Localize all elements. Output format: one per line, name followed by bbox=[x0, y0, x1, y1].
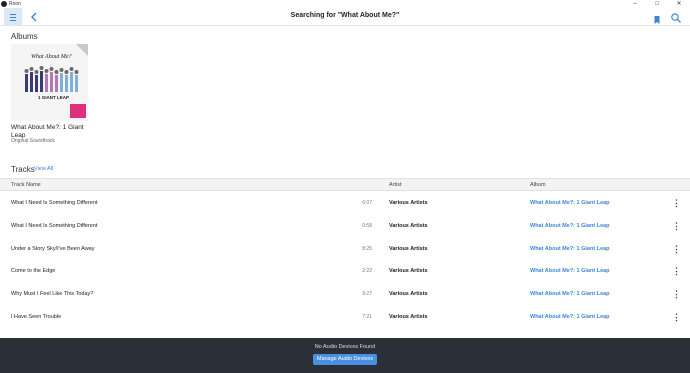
track-artist-link[interactable]: Various Artists bbox=[389, 291, 428, 297]
table-row[interactable]: What I Need Is Something Different 0:58 … bbox=[0, 215, 690, 237]
track-name[interactable]: Come to the Edge bbox=[11, 268, 55, 274]
hamburger-menu-icon[interactable] bbox=[4, 8, 22, 26]
track-duration: 2:22 bbox=[362, 268, 372, 274]
track-duration: 0:58 bbox=[362, 223, 372, 229]
track-name[interactable]: Why Must I Feel Like This Today? bbox=[11, 291, 93, 297]
track-artist-link[interactable]: Various Artists bbox=[389, 314, 428, 320]
track-album-link[interactable]: What About Me?: 1 Giant Leap bbox=[530, 200, 610, 206]
track-duration: 8:25 bbox=[362, 246, 372, 252]
bookmark-icon[interactable] bbox=[652, 12, 662, 24]
tracks-section-title: Tracks bbox=[11, 165, 35, 174]
no-devices-message: No Audio Devices Found bbox=[314, 344, 376, 350]
search-icon[interactable] bbox=[670, 11, 682, 23]
track-album-link[interactable]: What About Me?: 1 Giant Leap bbox=[530, 246, 610, 252]
more-options-icon[interactable]: ⋮ bbox=[672, 288, 681, 300]
album-cover[interactable]: What About Me? 1 GIANT LEAP bbox=[11, 44, 88, 121]
track-name[interactable]: What I Need Is Something Different bbox=[11, 200, 97, 206]
app-logo-icon bbox=[1, 1, 7, 7]
track-duration: 6:07 bbox=[362, 200, 372, 206]
tracks-table-header: Track Name Artist Album bbox=[0, 178, 690, 191]
back-arrow-icon[interactable] bbox=[28, 10, 40, 24]
track-name[interactable]: Under a Story Sky/I've Been Away bbox=[11, 246, 95, 252]
window-title: Roon bbox=[9, 1, 21, 7]
track-duration: 9:27 bbox=[362, 291, 372, 297]
audio-device-bar: No Audio Devices Found Manage Audio Devi… bbox=[0, 338, 690, 373]
track-artist-link[interactable]: Various Artists bbox=[389, 223, 428, 229]
table-row[interactable]: Come to the Edge 2:22 Various Artists Wh… bbox=[0, 260, 690, 282]
table-row[interactable]: Under a Story Sky/I've Been Away 8:25 Va… bbox=[0, 238, 690, 260]
page-title: Searching for "What About Me?" bbox=[290, 12, 400, 19]
album-cover-brand: 1 GIANT LEAP bbox=[38, 95, 70, 100]
minimize-icon[interactable]: – bbox=[624, 0, 646, 8]
top-bar: Searching for "What About Me?" bbox=[0, 8, 690, 26]
albums-section-title: Albums bbox=[11, 32, 38, 41]
more-options-icon[interactable]: ⋮ bbox=[672, 243, 681, 255]
track-name[interactable]: I Have Seen Trouble bbox=[11, 314, 61, 320]
more-options-icon[interactable]: ⋮ bbox=[672, 220, 681, 232]
track-duration: 7:21 bbox=[362, 314, 372, 320]
track-album-link[interactable]: What About Me?: 1 Giant Leap bbox=[530, 223, 610, 229]
track-artist-link[interactable]: Various Artists bbox=[389, 200, 428, 206]
column-header-track-name[interactable]: Track Name bbox=[11, 182, 41, 188]
track-artist-link[interactable]: Various Artists bbox=[389, 268, 428, 274]
album-subtitle: Original Soundtrack bbox=[11, 138, 55, 144]
table-row[interactable]: What I Need Is Something Different 6:07 … bbox=[0, 192, 690, 214]
more-options-icon[interactable]: ⋮ bbox=[672, 197, 681, 209]
column-header-album[interactable]: Album bbox=[530, 182, 546, 188]
window-titlebar: Roon – □ ✕ bbox=[0, 0, 690, 8]
track-artist-link[interactable]: Various Artists bbox=[389, 246, 428, 252]
view-all-link[interactable]: View All bbox=[34, 166, 53, 172]
close-icon[interactable]: ✕ bbox=[668, 0, 690, 8]
table-row[interactable]: Why Must I Feel Like This Today? 9:27 Va… bbox=[0, 283, 690, 305]
manage-audio-devices-button[interactable]: Manage Audio Devices bbox=[313, 354, 377, 365]
track-album-link[interactable]: What About Me?: 1 Giant Leap bbox=[530, 314, 610, 320]
table-row[interactable]: I Have Seen Trouble 7:21 Various Artists… bbox=[0, 306, 690, 328]
track-name[interactable]: What I Need Is Something Different bbox=[11, 223, 97, 229]
column-header-artist[interactable]: Artist bbox=[389, 182, 402, 188]
track-album-link[interactable]: What About Me?: 1 Giant Leap bbox=[530, 268, 610, 274]
more-options-icon[interactable]: ⋮ bbox=[672, 265, 681, 277]
maximize-icon[interactable]: □ bbox=[646, 0, 668, 8]
track-album-link[interactable]: What About Me?: 1 Giant Leap bbox=[530, 291, 610, 297]
album-cover-text: What About Me? bbox=[31, 54, 72, 60]
more-options-icon[interactable]: ⋮ bbox=[672, 311, 681, 323]
